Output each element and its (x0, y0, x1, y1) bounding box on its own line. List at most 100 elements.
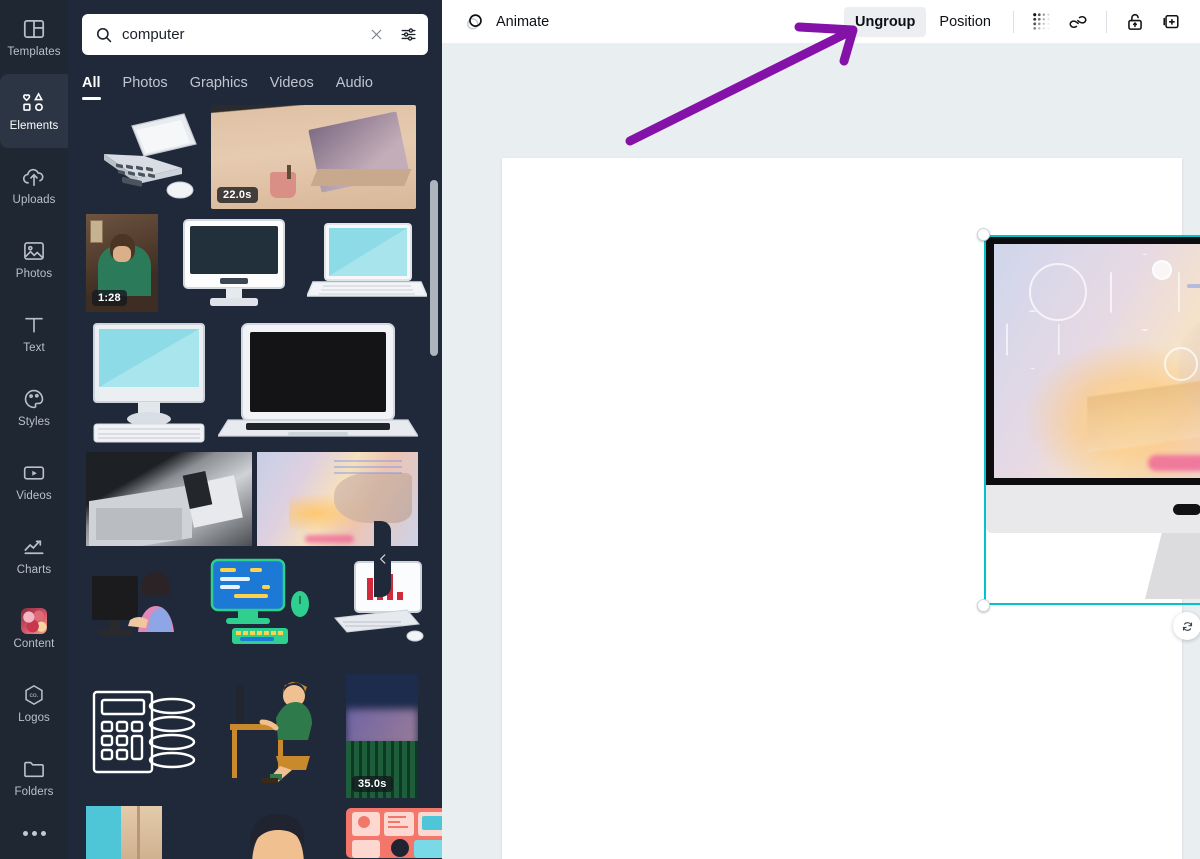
result-item[interactable] (90, 684, 200, 780)
imac-chin (986, 485, 1200, 533)
editor-toolbar: Animate Ungroup Position (442, 0, 1200, 44)
sidebar-item-label: Logos (18, 711, 50, 724)
logos-icon: co. (21, 682, 47, 708)
screen-hands (1179, 304, 1200, 436)
more-options-icon (22, 830, 28, 836)
canva-editor-window: Templates Elements Uploads Photos Text S… (0, 0, 1200, 859)
sidebar-item-label: Content (13, 637, 55, 650)
sidebar-item-videos[interactable]: Videos (0, 444, 68, 518)
result-item-video[interactable]: 35.0s (346, 674, 418, 798)
result-item[interactable] (86, 560, 198, 646)
sidebar-item-elements[interactable]: Elements (0, 74, 68, 148)
sidebar-item-logos[interactable]: co. Logos (0, 666, 68, 740)
screen-glow (1024, 342, 1200, 478)
link-button[interactable] (1061, 5, 1095, 39)
tab-videos[interactable]: Videos (270, 75, 314, 100)
screen-pink-blur (1148, 454, 1200, 471)
close-icon[interactable] (368, 26, 385, 43)
tab-label: Videos (269, 75, 314, 91)
chevron-left-icon (376, 552, 390, 566)
tab-audio[interactable]: Audio (336, 75, 373, 100)
result-item[interactable] (222, 678, 332, 786)
screen-laptop (1086, 371, 1200, 454)
animate-button[interactable]: Animate (456, 7, 557, 37)
sidebar-item-label: Elements (9, 119, 59, 132)
sidebar-item-folders[interactable]: Folders (0, 740, 68, 814)
sidebar-item-templates[interactable]: Templates (0, 0, 68, 74)
unlock-icon (1124, 11, 1146, 33)
toolbar-divider (1106, 10, 1107, 33)
content-icon (21, 607, 47, 634)
imac-bezel (986, 237, 1200, 485)
sidebar-item-charts[interactable]: Charts (0, 518, 68, 592)
svg-text:co.: co. (30, 692, 39, 699)
imac-logo (1173, 503, 1200, 515)
tab-all[interactable]: All (82, 75, 101, 100)
link-icon (1067, 11, 1089, 33)
result-item-video[interactable]: 1:28 (86, 214, 158, 312)
sidebar-item-label: Templates (7, 45, 61, 58)
sidebar-item-label: Charts (16, 563, 52, 576)
ungroup-button[interactable]: Ungroup (844, 6, 927, 37)
sidebar-item-label: Videos (16, 489, 52, 502)
filter-sliders-icon[interactable] (399, 25, 418, 44)
photos-icon (21, 238, 47, 264)
panel-scrollbar[interactable] (430, 180, 438, 356)
animate-icon (464, 11, 486, 33)
rotate-handle[interactable] (1173, 612, 1200, 640)
screen-hexagon (1109, 253, 1180, 332)
charts-icon (21, 534, 47, 560)
canvas-scroll-area[interactable] (442, 44, 1200, 859)
screen-ring (1152, 260, 1173, 281)
result-item[interactable] (222, 806, 332, 859)
tab-photos[interactable]: Photos (123, 75, 168, 100)
result-item[interactable] (307, 216, 427, 312)
result-item[interactable] (86, 106, 206, 206)
search-results-grid: 22.0s 1:28 35.0s (68, 100, 442, 859)
ungroup-label: Ungroup (855, 13, 916, 30)
collapse-panel-button[interactable] (374, 521, 391, 597)
sidebar-more-button[interactable] (0, 814, 68, 852)
result-item[interactable] (86, 320, 212, 444)
uploads-icon (21, 164, 47, 190)
result-item[interactable] (257, 452, 418, 546)
result-item[interactable] (86, 452, 252, 546)
lock-button[interactable] (1118, 5, 1152, 39)
result-item[interactable] (218, 320, 418, 442)
resize-handle-top-left[interactable] (977, 228, 990, 241)
sidebar-item-uploads[interactable]: Uploads (0, 148, 68, 222)
tab-label: Graphics (189, 75, 248, 91)
resize-handle-bottom-left[interactable] (977, 599, 990, 612)
screen-ring (1028, 262, 1087, 321)
position-button[interactable]: Position (928, 7, 1002, 37)
result-item-video[interactable]: 22.0s (211, 105, 416, 209)
result-item[interactable] (86, 806, 162, 859)
transparency-button[interactable] (1025, 5, 1059, 39)
search-bar[interactable] (82, 14, 428, 55)
tab-graphics[interactable]: Graphics (190, 75, 248, 100)
result-tabs: All Photos Graphics Videos Audio (68, 55, 442, 100)
result-item[interactable] (164, 214, 302, 312)
tab-label: All (82, 75, 101, 91)
position-label: Position (939, 13, 991, 30)
sidebar-item-label: Photos (15, 267, 53, 280)
templates-icon (21, 16, 47, 42)
selected-element-imac-mockup[interactable] (977, 228, 1200, 640)
sidebar-item-label: Styles (18, 415, 50, 428)
sidebar-item-styles[interactable]: Styles (0, 370, 68, 444)
result-item[interactable] (344, 802, 442, 859)
video-duration-badge: 35.0s (352, 776, 393, 792)
imac-stand (1145, 533, 1200, 599)
sidebar-item-text[interactable]: Text (0, 296, 68, 370)
text-icon (21, 312, 47, 338)
elements-icon (21, 90, 47, 116)
rotate-icon (1180, 619, 1195, 634)
video-duration-badge: 1:28 (92, 290, 127, 306)
sidebar-item-label: Uploads (12, 193, 56, 206)
sidebar-item-photos[interactable]: Photos (0, 222, 68, 296)
sidebar-item-content[interactable]: Content (0, 592, 68, 666)
styles-icon (21, 386, 47, 412)
result-item[interactable] (202, 556, 318, 648)
search-input[interactable] (122, 26, 360, 43)
duplicate-button[interactable] (1154, 5, 1188, 39)
